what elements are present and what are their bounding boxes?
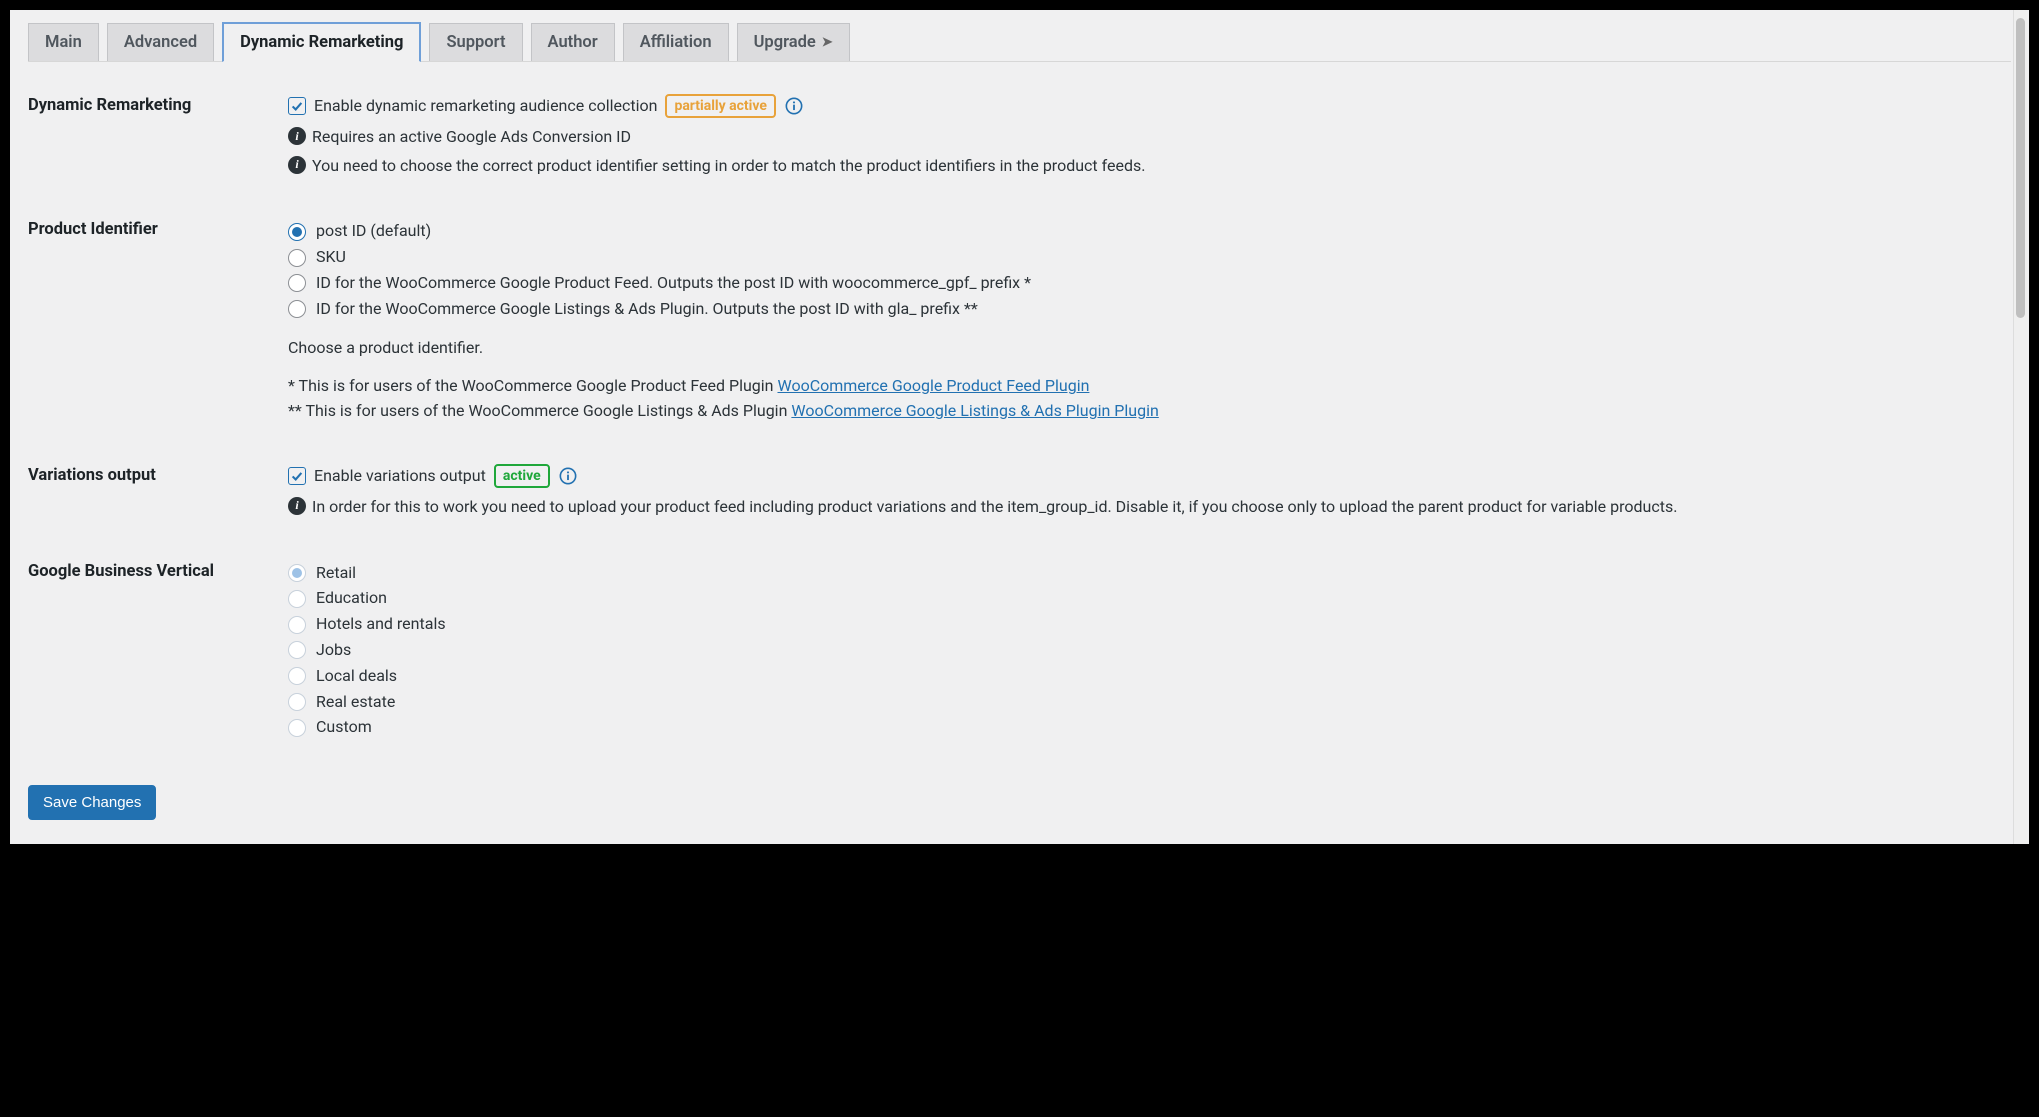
radio-label-post-id: post ID (default) [316, 219, 431, 244]
row-product-identifier: Product Identifier post ID (default) SKU… [28, 204, 2011, 450]
info-dark-icon: i [288, 156, 306, 174]
checkbox-enable-variations-output[interactable] [288, 467, 306, 485]
note-requires-conversion-id: Requires an active Google Ads Conversion… [312, 125, 631, 150]
note-variations-output: In order for this to work you need to up… [312, 495, 1677, 520]
radio-label-sku: SKU [316, 245, 346, 270]
tab-author[interactable]: Author [531, 23, 615, 61]
row-dynamic-remarketing: Dynamic Remarketing Enable dynamic remar… [28, 80, 2011, 204]
tab-advanced[interactable]: Advanced [107, 23, 214, 61]
radio-education [288, 590, 306, 608]
info-icon[interactable] [558, 466, 578, 486]
tabs-nav: Main Advanced Dynamic Remarketing Suppor… [28, 22, 2011, 62]
status-badge-active: active [494, 464, 550, 488]
info-dark-icon: i [288, 127, 306, 145]
row-variations-output: Variations output Enable variations outp… [28, 450, 2011, 546]
radio-gla[interactable] [288, 300, 306, 318]
radio-gpf[interactable] [288, 274, 306, 292]
info-dark-icon: i [288, 497, 306, 515]
radio-label-education: Education [316, 586, 387, 611]
radio-custom [288, 719, 306, 737]
check-icon [290, 99, 304, 113]
status-badge-partially-active: partially active [665, 94, 776, 118]
link-gla-plugin[interactable]: WooCommerce Google Listings & Ads Plugin… [791, 401, 1158, 420]
tab-main[interactable]: Main [28, 23, 99, 61]
checkbox-label-dynamic-remarketing: Enable dynamic remarketing audience coll… [314, 94, 657, 119]
scrollbar-thumb[interactable] [2016, 18, 2025, 318]
scrollbar[interactable] [2013, 10, 2027, 844]
tab-affiliation[interactable]: Affiliation [623, 23, 729, 61]
radio-hotels [288, 616, 306, 634]
check-icon [290, 469, 304, 483]
label-product-identifier: Product Identifier [28, 218, 288, 239]
radio-post-id[interactable] [288, 223, 306, 241]
radio-sku[interactable] [288, 249, 306, 267]
radio-label-gpf: ID for the WooCommerce Google Product Fe… [316, 271, 1031, 296]
tab-support[interactable]: Support [429, 23, 522, 61]
tab-dynamic-remarketing[interactable]: Dynamic Remarketing [222, 22, 421, 62]
radio-label-retail: Retail [316, 561, 356, 586]
radio-label-jobs: Jobs [316, 638, 351, 663]
checkbox-enable-dynamic-remarketing[interactable] [288, 97, 306, 115]
radio-label-gla: ID for the WooCommerce Google Listings &… [316, 297, 978, 322]
save-button[interactable]: Save Changes [28, 785, 156, 820]
radio-label-real-estate: Real estate [316, 690, 395, 715]
chevron-right-icon: ➤ [822, 35, 833, 50]
radio-retail [288, 564, 306, 582]
radio-local-deals [288, 667, 306, 685]
info-icon[interactable] [784, 96, 804, 116]
checkbox-label-variations-output: Enable variations output [314, 464, 486, 489]
tab-upgrade[interactable]: Upgrade ➤ [737, 23, 850, 61]
radio-label-local-deals: Local deals [316, 664, 397, 689]
radio-real-estate [288, 693, 306, 711]
footnote-gla-prefix: ** This is for users of the WooCommerce … [288, 401, 791, 420]
tab-upgrade-label: Upgrade [754, 33, 816, 52]
label-variations-output: Variations output [28, 464, 288, 485]
label-google-business-vertical: Google Business Vertical [28, 560, 288, 581]
radio-label-custom: Custom [316, 715, 372, 740]
radio-jobs [288, 641, 306, 659]
radio-label-hotels: Hotels and rentals [316, 612, 446, 637]
label-dynamic-remarketing: Dynamic Remarketing [28, 94, 288, 115]
settings-page: Main Advanced Dynamic Remarketing Suppor… [10, 10, 2029, 844]
row-google-business-vertical: Google Business Vertical Retail Educatio… [28, 546, 2011, 768]
help-product-identifier: Choose a product identifier. [288, 336, 2011, 361]
link-gpf-plugin[interactable]: WooCommerce Google Product Feed Plugin [777, 376, 1089, 395]
footnote-gpf-prefix: * This is for users of the WooCommerce G… [288, 376, 777, 395]
note-choose-identifier: You need to choose the correct product i… [312, 154, 1145, 179]
